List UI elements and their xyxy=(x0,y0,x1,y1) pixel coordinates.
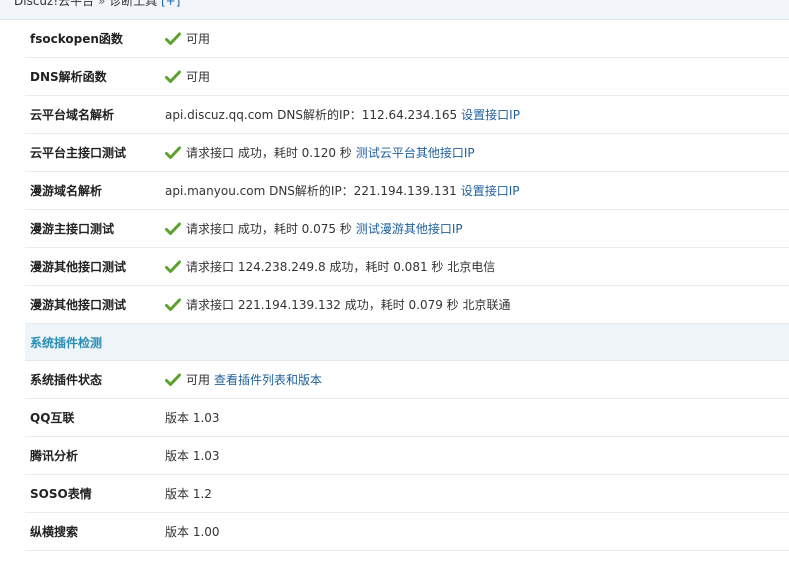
row-value: 请求接口 221.194.139.132 成功，耗时 0.079 秒 北京联通 xyxy=(165,296,511,313)
row-value-text: 版本 1.03 xyxy=(165,449,220,463)
table-row: QQ互联 版本 1.03 xyxy=(25,399,789,437)
table-row: fsockopen函数 可用 xyxy=(25,20,789,58)
row-label: 漫游其他接口测试 xyxy=(30,298,127,312)
row-value: api.discuz.qq.com DNS解析的IP：112.64.234.16… xyxy=(165,106,520,123)
row-value-text: 可用 xyxy=(186,32,211,46)
row-action-link[interactable]: 测试漫游其他接口IP xyxy=(356,220,463,237)
row-value: 可用 xyxy=(165,30,210,47)
breadcrumb-text: Discuz!云平台 » 诊断工具 [+] xyxy=(14,0,180,9)
row-label: 云平台域名解析 xyxy=(30,108,115,122)
network-checks: fsockopen函数 可用 DNS解析函数 可用 云平台域名解析 api.discuz.… xyxy=(25,20,789,324)
row-label: 漫游域名解析 xyxy=(30,184,103,198)
row-action-link[interactable]: 设置接口IP xyxy=(461,182,520,199)
row-action-link[interactable]: 设置接口IP xyxy=(461,106,520,123)
breadcrumb: Discuz!云平台 » 诊断工具 [+] xyxy=(0,0,789,20)
table-row: 云平台域名解析 api.discuz.qq.com DNS解析的IP：112.64… xyxy=(25,96,789,134)
row-action-link[interactable]: 测试云平台其他接口IP xyxy=(356,144,475,161)
row-value: 可用 查看插件列表和版本 xyxy=(165,371,322,388)
breadcrumb-separator: » xyxy=(97,0,106,8)
row-label: 纵横搜索 xyxy=(30,525,79,539)
row-value-text: 可用 xyxy=(186,373,211,387)
checkmark-icon xyxy=(165,70,181,84)
table-row: 腾讯分析 版本 1.03 xyxy=(25,437,789,475)
row-value: 请求接口 成功，耗时 0.120 秒测试云平台其他接口IP xyxy=(165,144,475,161)
breadcrumb-root[interactable]: Discuz!云平台 xyxy=(14,0,94,8)
row-label: QQ互联 xyxy=(30,411,75,425)
row-label: 漫游主接口测试 xyxy=(30,222,115,236)
row-label: DNS解析函数 xyxy=(30,70,107,84)
section-title: 系统插件检测 xyxy=(30,336,103,350)
checkmark-icon xyxy=(165,32,181,46)
table-row: DNS解析函数 可用 xyxy=(25,58,789,96)
row-value: 请求接口 成功，耗时 0.075 秒测试漫游其他接口IP xyxy=(165,220,463,237)
row-value: 版本 1.03 xyxy=(165,409,220,426)
row-value: 可用 xyxy=(165,68,210,85)
row-label: 漫游其他接口测试 xyxy=(30,260,127,274)
row-label: 系统插件状态 xyxy=(30,373,103,387)
row-value: api.manyou.com DNS解析的IP：221.194.139.131 设… xyxy=(165,182,520,199)
row-value-text: 可用 xyxy=(186,70,211,84)
row-label: 云平台主接口测试 xyxy=(30,146,127,160)
checkmark-icon xyxy=(165,298,181,312)
checkmark-icon xyxy=(165,373,181,387)
row-value-text: api.discuz.qq.com DNS解析的IP：112.64.234.16… xyxy=(165,108,458,122)
table-row: 漫游其他接口测试 请求接口 124.238.249.8 成功，耗时 0.081 秒… xyxy=(25,248,789,286)
table-row: 纵横搜索 版本 1.00 xyxy=(25,513,789,551)
diagnostic-table: fsockopen函数 可用 DNS解析函数 可用 云平台域名解析 api.discuz.… xyxy=(25,20,789,551)
checkmark-icon xyxy=(165,146,181,160)
row-label: SOSO表情 xyxy=(30,487,92,501)
row-value: 版本 1.03 xyxy=(165,447,220,464)
row-value: 请求接口 124.238.249.8 成功，耗时 0.081 秒 北京电信 xyxy=(165,258,495,275)
table-row: 云平台主接口测试 请求接口 成功，耗时 0.120 秒测试云平台其他接口IP xyxy=(25,134,789,172)
row-value-text: 版本 1.2 xyxy=(165,487,212,501)
row-label: 腾讯分析 xyxy=(30,449,79,463)
row-value-text: 请求接口 221.194.139.132 成功，耗时 0.079 秒 北京联通 xyxy=(186,298,511,312)
plugin-checks: 系统插件状态 可用 查看插件列表和版本 QQ互联 版本 1.03 腾讯分析 版本 1.03 S… xyxy=(25,361,789,551)
checkmark-icon xyxy=(165,260,181,274)
table-row: 系统插件状态 可用 查看插件列表和版本 xyxy=(25,361,789,399)
plugin-section-header: 系统插件检测 xyxy=(25,324,789,361)
breadcrumb-toggle[interactable]: [+] xyxy=(161,0,180,8)
row-value: 版本 1.00 xyxy=(165,523,220,540)
table-row: 漫游域名解析 api.manyou.com DNS解析的IP：221.194.13… xyxy=(25,172,789,210)
row-action-link[interactable]: 查看插件列表和版本 xyxy=(214,371,322,388)
table-row: 漫游其他接口测试 请求接口 221.194.139.132 成功，耗时 0.079… xyxy=(25,286,789,324)
row-value-text: 请求接口 124.238.249.8 成功，耗时 0.081 秒 北京电信 xyxy=(186,260,496,274)
row-value-text: 版本 1.03 xyxy=(165,411,220,425)
row-label: fsockopen函数 xyxy=(30,32,123,46)
checkmark-icon xyxy=(165,222,181,236)
row-value: 版本 1.2 xyxy=(165,485,212,502)
row-value-text: 请求接口 成功，耗时 0.075 秒 xyxy=(186,222,352,236)
table-row: SOSO表情 版本 1.2 xyxy=(25,475,789,513)
row-value-text: 请求接口 成功，耗时 0.120 秒 xyxy=(186,146,352,160)
row-value-text: 版本 1.00 xyxy=(165,525,220,539)
table-row: 漫游主接口测试 请求接口 成功，耗时 0.075 秒测试漫游其他接口IP xyxy=(25,210,789,248)
row-value-text: api.manyou.com DNS解析的IP：221.194.139.131 xyxy=(165,184,457,198)
breadcrumb-current: 诊断工具 xyxy=(109,0,158,8)
